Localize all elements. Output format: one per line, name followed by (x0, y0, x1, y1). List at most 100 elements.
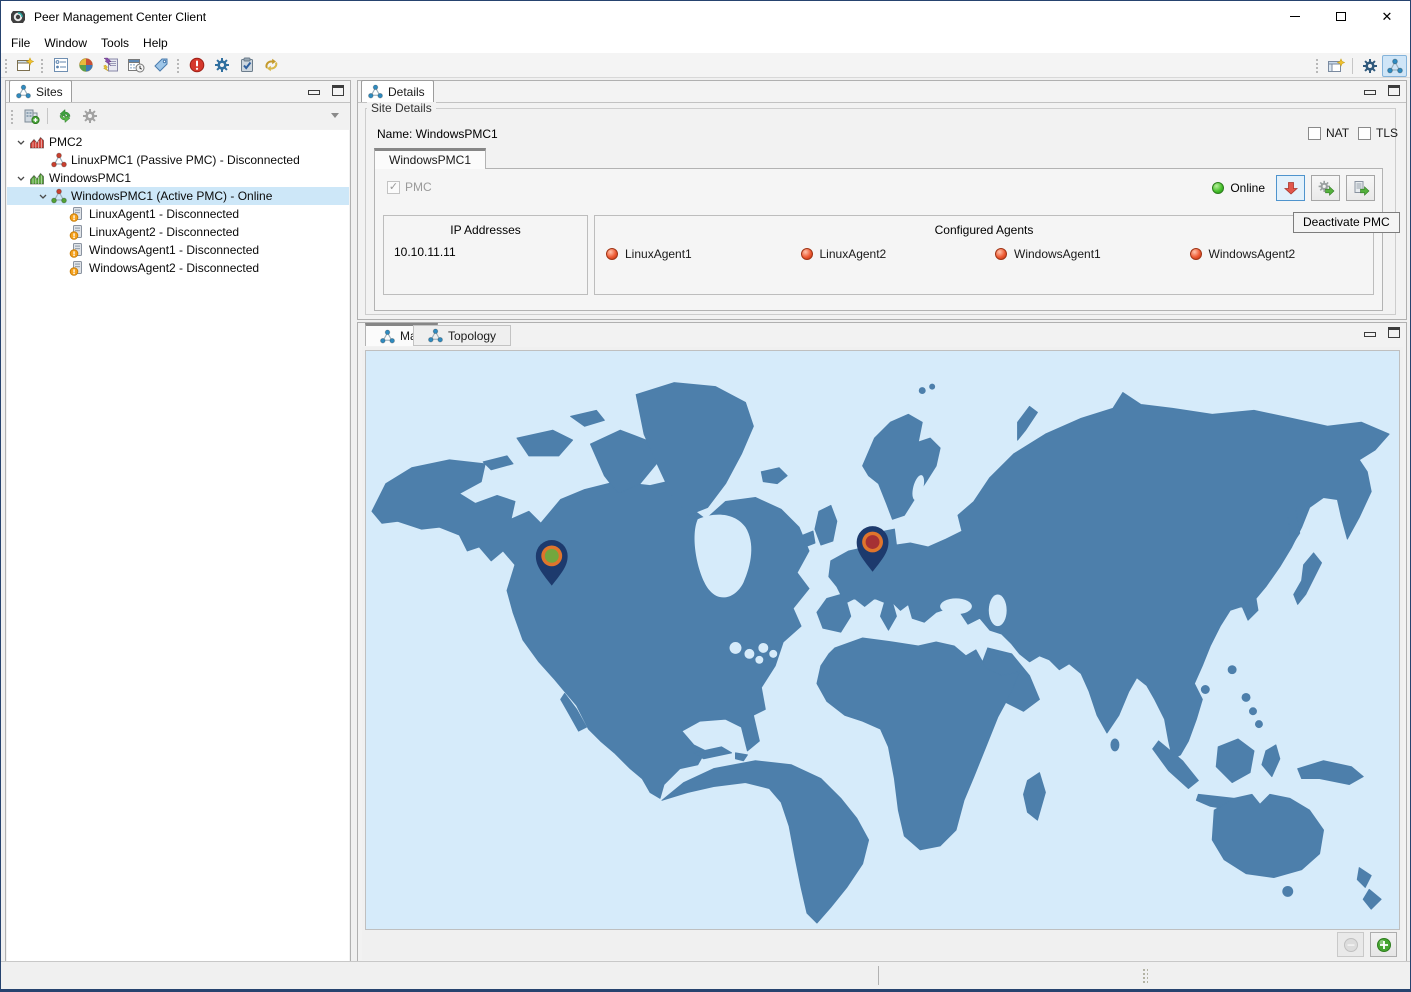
launch-config-button[interactable] (1311, 175, 1340, 201)
nat-checkbox-box[interactable] (1308, 127, 1321, 140)
tree-item-windowspmc1-active[interactable]: WindowsPMC1 (Active PMC) - Online (7, 187, 349, 205)
online-status-label: Online (1230, 181, 1265, 195)
tree-item-label: LinuxAgent1 - Disconnected (87, 207, 239, 221)
zoom-out-icon (1343, 937, 1359, 953)
job-lightning-button[interactable] (98, 54, 123, 76)
export-config-button[interactable] (1346, 175, 1375, 201)
checklist-view-button[interactable] (48, 54, 73, 76)
tab-details-label: Details (388, 85, 425, 99)
window-title: Peer Management Center Client (34, 10, 206, 24)
preferences-button[interactable] (209, 54, 234, 76)
agent-status-icon (606, 248, 618, 260)
app-logo-icon (10, 9, 26, 25)
toolbar-grip[interactable] (10, 109, 15, 124)
tls-checkbox[interactable]: TLS (1358, 126, 1398, 140)
menu-tools[interactable]: Tools (94, 34, 136, 52)
deactivate-pmc-button[interactable] (1276, 175, 1305, 201)
maximize-button[interactable] (1318, 1, 1364, 32)
chart-green-icon (29, 170, 47, 186)
minimize-view-icon[interactable] (308, 90, 320, 95)
tab-details[interactable]: Details (361, 80, 434, 102)
new-wizard-button[interactable] (12, 54, 37, 76)
view-menu-arrow-icon[interactable] (331, 113, 339, 118)
settings-gear-icon (82, 108, 98, 124)
gear-arrow-icon (1317, 180, 1335, 196)
map-zoom-strip (365, 931, 1400, 958)
gear-icon (214, 57, 230, 73)
site-details-group-title: Site Details (367, 101, 436, 115)
menu-window[interactable]: Window (37, 34, 94, 52)
details-tabbar: Details (358, 81, 1406, 103)
close-button[interactable]: ✕ (1364, 1, 1410, 32)
tab-windowspmc1[interactable]: WindowsPMC1 (374, 148, 486, 169)
tag-icon (153, 57, 169, 73)
pie-chart-button[interactable] (73, 54, 98, 76)
perspective-preferences-button[interactable] (1357, 55, 1382, 77)
sites-toolbar (7, 103, 349, 129)
red-down-arrow-icon (1283, 180, 1299, 196)
world-map-canvas[interactable] (365, 350, 1400, 930)
tab-topology-label: Topology (448, 329, 496, 343)
menu-file[interactable]: File (4, 34, 37, 52)
ip-addresses-box: IP Addresses 10.10.11.11 (383, 215, 588, 295)
tree-item-linuxpmc1[interactable]: LinuxPMC1 (Passive PMC) - Disconnected (7, 151, 349, 169)
toolbar-grip[interactable] (40, 58, 45, 73)
minimize-button[interactable] (1272, 1, 1318, 32)
tree-item-windowspmc1-root[interactable]: WindowsPMC1 (7, 169, 349, 187)
agent-item: LinuxAgent1 (595, 247, 790, 261)
agent-label: LinuxAgent1 (625, 247, 692, 261)
toolbar-grip[interactable] (4, 58, 9, 73)
network-perspective-button[interactable] (1382, 55, 1407, 77)
toolbar-grip[interactable] (176, 58, 181, 73)
maximize-view-icon[interactable] (1388, 327, 1400, 338)
open-perspective-button[interactable] (1323, 55, 1348, 77)
tree-item-label: WindowsAgent2 - Disconnected (87, 261, 259, 275)
pmc-checkbox-box: ✓ (387, 181, 400, 194)
chevron-down-icon[interactable] (35, 188, 51, 204)
details-view: Details Site Details Name: WindowsPMC1 N… (357, 80, 1407, 320)
ip-addresses-title: IP Addresses (384, 216, 587, 237)
map-body (362, 347, 1403, 960)
main-toolbar (1, 53, 1410, 78)
maximize-icon (1336, 12, 1346, 21)
chevron-slot (53, 242, 69, 258)
chevron-down-icon[interactable] (13, 134, 29, 150)
tree-item-windowsagent1[interactable]: WindowsAgent1 - Disconnected (7, 241, 349, 259)
sync-button[interactable] (259, 54, 284, 76)
statusbar-grip[interactable] (1142, 968, 1148, 984)
zoom-in-button[interactable] (1370, 932, 1397, 957)
alerts-button[interactable] (184, 54, 209, 76)
site-settings-button[interactable] (77, 105, 102, 127)
refresh-button[interactable] (52, 105, 77, 127)
chevron-down-icon[interactable] (13, 170, 29, 186)
window-controls: ✕ (1272, 1, 1410, 32)
toolbar-grip[interactable] (1315, 58, 1320, 73)
tab-topology[interactable]: Topology (413, 325, 511, 346)
app-window: Peer Management Center Client ✕ File Win… (0, 0, 1411, 992)
maximize-view-icon[interactable] (1388, 85, 1400, 96)
zoom-out-button (1337, 932, 1364, 957)
chevron-slot (53, 260, 69, 276)
add-site-button[interactable] (18, 105, 43, 127)
tree-item-windowsagent2[interactable]: WindowsAgent2 - Disconnected (7, 259, 349, 277)
close-icon: ✕ (1382, 10, 1393, 23)
agent-warning-icon (69, 224, 87, 240)
workbench: Sites (1, 79, 1410, 960)
tree-item-pmc2[interactable]: PMC2 (7, 133, 349, 151)
configured-agents-box: Configured Agents LinuxAgent1 LinuxAgent… (594, 215, 1374, 295)
calendar-clock-button[interactable] (123, 54, 148, 76)
tree-item-linuxagent2[interactable]: LinuxAgent2 - Disconnected (7, 223, 349, 241)
tasks-button[interactable] (234, 54, 259, 76)
clipboard-check-icon (239, 57, 255, 73)
minimize-view-icon[interactable] (1364, 90, 1376, 95)
tab-sites[interactable]: Sites (9, 80, 72, 102)
tree-item-label: WindowsPMC1 (47, 171, 131, 185)
tree-item-linuxagent1[interactable]: LinuxAgent1 - Disconnected (7, 205, 349, 223)
nat-checkbox[interactable]: NAT (1308, 126, 1349, 140)
menu-help[interactable]: Help (136, 34, 175, 52)
maximize-view-icon[interactable] (332, 85, 344, 96)
add-site-icon (22, 108, 40, 124)
tag-button[interactable] (148, 54, 173, 76)
tls-checkbox-box[interactable] (1358, 127, 1371, 140)
minimize-view-icon[interactable] (1364, 332, 1376, 337)
